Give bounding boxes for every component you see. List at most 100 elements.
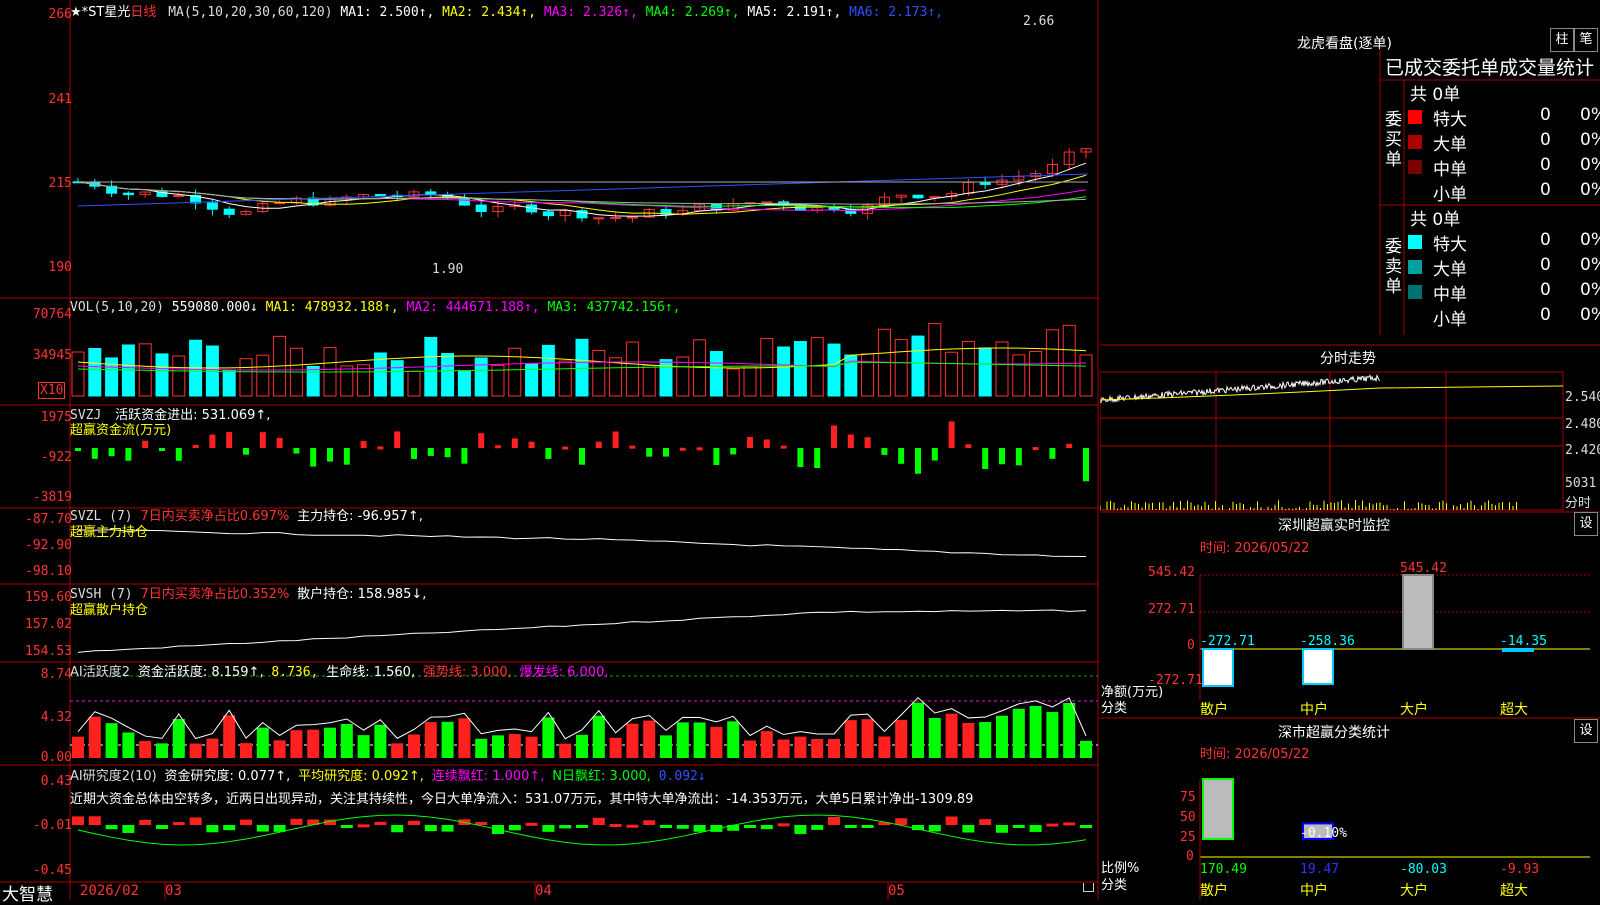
- volume-bar: [726, 368, 740, 397]
- fund-flow-bar: [915, 448, 921, 474]
- color-swatch: [1408, 235, 1422, 249]
- order-stat-name: 特大: [1433, 110, 1467, 130]
- x-axis-label: 04: [535, 883, 552, 899]
- fund-flow-bar: [293, 448, 300, 454]
- activity-bar: [88, 716, 101, 758]
- lock-icon[interactable]: [1083, 883, 1094, 892]
- fund-flow-bar: [1066, 443, 1073, 448]
- period-label[interactable]: 日线: [130, 5, 156, 20]
- monitor-settings-button[interactable]: 设: [1574, 512, 1598, 536]
- low-price-label: 1.90: [432, 262, 464, 277]
- classify-category-label: 中户: [1300, 882, 1328, 899]
- sell-total: 共 0单: [1410, 210, 1461, 230]
- vol-y-label: 34945: [32, 348, 72, 363]
- volume-bar: [894, 339, 908, 397]
- sell-group-label: 委卖单: [1385, 237, 1402, 297]
- fund-flow-bar: [192, 444, 199, 448]
- fund-flow-bar: [965, 444, 972, 448]
- volume-bar: [642, 365, 656, 397]
- vol-unit[interactable]: X10: [38, 382, 66, 399]
- candle-body: [374, 193, 386, 196]
- research-bar: [156, 825, 168, 829]
- order-stat-v2: 0%: [1580, 155, 1600, 175]
- fund-flow-bar: [108, 448, 115, 457]
- research-bar: [945, 816, 958, 825]
- activity-bar: [122, 732, 135, 758]
- monitor-y-label: 272.71: [1148, 602, 1195, 617]
- activity-bar: [710, 726, 723, 758]
- classify-settings-button[interactable]: 设: [1574, 719, 1598, 743]
- activity-bar: [256, 727, 269, 758]
- volume-bar: [861, 353, 875, 397]
- vol-ma-value: MA3: 437742.156↑,: [539, 300, 681, 315]
- bar-mode-button[interactable]: 柱: [1550, 28, 1574, 52]
- activity-bar: [609, 737, 622, 758]
- classify-y-label: 75: [1180, 790, 1196, 805]
- research-bar: [928, 825, 941, 832]
- volume-bar: [222, 369, 236, 397]
- activity-bar: [979, 722, 992, 758]
- research-bar: [139, 819, 152, 825]
- svzl-y-label: -87.70: [25, 512, 72, 527]
- research-bar: [223, 825, 236, 831]
- vol-header: VOL(5,10,20) 559080.000↓ MA1: 478932.188…: [70, 300, 681, 315]
- research-bar: [609, 824, 622, 828]
- fund-flow-bar: [427, 448, 434, 456]
- fund-flow-bar: [75, 448, 81, 451]
- activity-bar: [996, 715, 1008, 758]
- monitor-bar: [1502, 648, 1534, 652]
- monitor-category-label: 中户: [1300, 701, 1328, 718]
- volume-bar: [1062, 324, 1076, 397]
- ai-active-v4: 强势线: 3.000,: [422, 665, 512, 680]
- volume-bar: [441, 352, 455, 397]
- ma-value: MA4: 2.269↑,: [637, 5, 740, 20]
- fund-flow-bar: [780, 445, 787, 449]
- svzj-subtitle: 超赢资金流(万元): [70, 423, 172, 438]
- activity-bar: [475, 738, 488, 758]
- research-bar: [441, 825, 454, 832]
- volume-bar: [659, 359, 673, 397]
- research-bar: [844, 825, 857, 828]
- volume-bar: [541, 344, 555, 397]
- svsh-ratio: 7日内买卖净占比0.352%: [140, 587, 290, 602]
- fund-flow-bar: [495, 445, 501, 449]
- activity-bar: [105, 723, 118, 758]
- ai-research-v4: N日飘红: 3.000,: [552, 769, 651, 784]
- volume-bar: [945, 351, 959, 397]
- research-bar: [1080, 825, 1092, 828]
- classify-value-label: 170.49: [1200, 862, 1247, 877]
- research-bar: [408, 820, 420, 825]
- order-stat-name: 小单: [1433, 185, 1467, 205]
- activity-bar: [811, 739, 824, 758]
- fund-flow-bar: [276, 437, 283, 448]
- classify-value-label: -80.03: [1400, 862, 1447, 877]
- monitor-value-label: -272.71: [1200, 634, 1255, 649]
- x-axis-label: 03: [165, 883, 182, 899]
- order-stat-name: 中单: [1433, 285, 1467, 305]
- color-swatch: [1408, 135, 1422, 149]
- monitor-y-label: 0: [1187, 638, 1195, 653]
- fund-flow-bar: [612, 431, 619, 448]
- tick-mode-button[interactable]: 笔: [1574, 28, 1598, 52]
- classify-category-label: 散户: [1200, 882, 1228, 899]
- research-bar: [592, 817, 605, 825]
- svsh-y-label: 157.02: [25, 617, 72, 632]
- intraday-y-label: 2.480: [1565, 417, 1600, 432]
- ma-value: MA5: 2.191↑,: [739, 5, 842, 20]
- svsh-y-label: 154.53: [25, 644, 72, 659]
- activity-bar: [1046, 711, 1059, 758]
- candle-body: [761, 201, 773, 204]
- volume-bar: [575, 338, 589, 397]
- svsh-subtitle: 超赢散户持仓: [70, 603, 149, 618]
- candle-body: [122, 192, 134, 196]
- monitor-title: 深圳超赢实时监控: [1278, 518, 1390, 534]
- svzj-y-label: 1975: [40, 410, 72, 425]
- fund-flow-bar: [159, 448, 165, 451]
- ma-value: MA1: 2.500↑,: [340, 5, 435, 20]
- monitor-category-label: 超大: [1500, 702, 1528, 718]
- activity-bar: [912, 702, 924, 758]
- intraday-y-label: 2.420: [1565, 443, 1600, 458]
- research-bar: [240, 819, 252, 825]
- vol-ma-values: MA1: 478932.188↑, MA2: 444671.188↑, MA3:…: [266, 300, 681, 315]
- activity-bar: [1080, 740, 1092, 758]
